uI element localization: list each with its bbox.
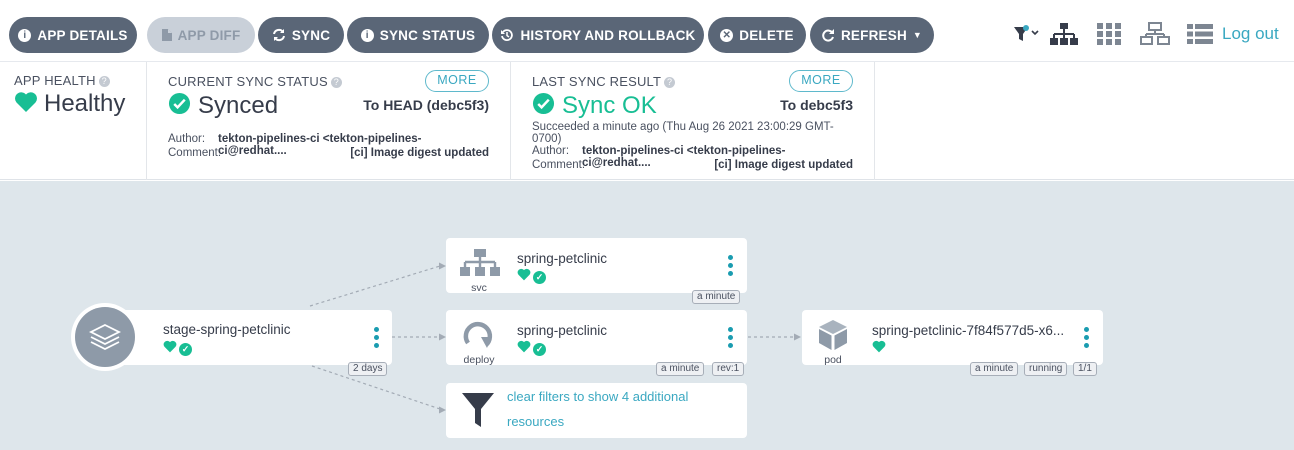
deploy-node-age: a minute [656, 362, 705, 376]
app-details-button[interactable]: i APP DETAILS [9, 17, 137, 53]
sync-icon [272, 28, 286, 42]
heart-icon [163, 340, 177, 358]
clear-filters-link-cont[interactable]: resources [507, 409, 564, 434]
deploy-node-name: spring-petclinic [517, 323, 608, 338]
pod-node-menu-icon[interactable] [1084, 327, 1090, 351]
history-rollback-label: HISTORY AND ROLLBACK [520, 27, 696, 43]
last-sync-comment: [ci] Image digest updated [714, 159, 853, 171]
app-node[interactable]: stage-spring-petclinic ✓ 2 days [108, 310, 392, 376]
service-icon [460, 248, 500, 283]
deploy-node-kind: deploy [463, 354, 495, 366]
info-circle-icon: i [18, 28, 32, 42]
app-node-age: 2 days [348, 362, 388, 376]
check-circle-icon [168, 92, 191, 120]
help-icon[interactable]: ? [664, 77, 676, 88]
last-sync-value: Sync OK [562, 92, 657, 119]
app-diff-label: APP DIFF [177, 27, 241, 43]
help-icon[interactable]: ? [330, 77, 342, 88]
last-sync-label: LAST SYNC RESULT [532, 74, 662, 89]
caret-down-icon: ▼ [912, 30, 923, 40]
divider [146, 62, 147, 180]
comment-label: Comment: [168, 147, 222, 159]
check-circle-icon [532, 92, 555, 120]
refresh-button[interactable]: REFRESH ▼ [810, 17, 934, 53]
cube-icon [818, 319, 848, 356]
deploy-node[interactable]: deploy spring-petclinic ✓ a minute rev:1 [446, 310, 747, 376]
delete-label: DELETE [739, 27, 794, 43]
pods-grid-icon[interactable] [1095, 22, 1123, 46]
pod-node-ready: 1/1 [1073, 362, 1097, 376]
last-sync-target: To debc5f3 [780, 97, 853, 113]
history-icon [500, 28, 514, 42]
info-circle-icon: i [360, 28, 374, 42]
pod-node-age: a minute [970, 362, 1019, 376]
history-rollback-button[interactable]: HISTORY AND ROLLBACK [492, 17, 704, 53]
divider [510, 62, 511, 180]
check-circle-icon: ✓ [533, 342, 546, 356]
app-node-name: stage-spring-petclinic [163, 322, 291, 337]
author-label: Author: [532, 145, 570, 157]
check-circle-icon: ✓ [179, 342, 192, 356]
current-sync-target: To HEAD (debc5f3) [363, 97, 489, 113]
file-icon [161, 29, 172, 41]
heart-icon [517, 340, 531, 358]
current-sync-label: CURRENT SYNC STATUS [168, 74, 328, 89]
pod-node[interactable]: pod spring-petclinic-7f84f577d5-x6... a … [802, 310, 1103, 376]
last-sync-succeeded: Succeeded a minute ago (Thu Aug 26 2021 … [532, 121, 834, 133]
heart-icon [872, 340, 886, 358]
filter-icon[interactable] [1012, 22, 1042, 46]
current-sync-value: Synced [198, 92, 279, 119]
app-health-section: APP HEALTH? Healthy [14, 62, 144, 180]
refresh-label: REFRESH [840, 27, 907, 43]
app-node-menu-icon[interactable] [374, 327, 380, 351]
last-sync-more-button[interactable]: MORE [789, 70, 853, 92]
status-panel: APP HEALTH? Healthy CURRENT SYNC STATUS?… [0, 62, 1294, 180]
deployment-icon [460, 319, 494, 356]
resource-tree-canvas: stage-spring-petclinic ✓ 2 days svc spri… [0, 181, 1294, 450]
pod-node-kind: pod [824, 354, 842, 366]
divider [874, 62, 875, 180]
last-sync-section: LAST SYNC RESULT? MORE Sync OK To debc5f… [532, 62, 854, 180]
svc-node-menu-icon[interactable] [728, 255, 734, 279]
tree-view-icon[interactable] [1048, 22, 1080, 46]
clear-filters-link[interactable]: clear filters to show 4 additional [507, 384, 688, 409]
last-sync-succeeded-cont: 0700) [532, 133, 562, 145]
author-label: Author: [168, 133, 206, 145]
svc-node-age: a minute [692, 290, 741, 304]
current-sync-more-button[interactable]: MORE [425, 70, 489, 92]
svc-node[interactable]: svc spring-petclinic ✓ a minute [446, 238, 747, 304]
funnel-icon [462, 393, 494, 432]
app-health-label: APP HEALTH [14, 73, 96, 88]
comment-label: Comment: [532, 159, 586, 171]
current-sync-comment: [ci] Image digest updated [350, 147, 489, 159]
redo-icon [822, 28, 835, 42]
deploy-node-rev: rev:1 [712, 362, 745, 376]
layers-icon [75, 307, 135, 367]
deploy-node-menu-icon[interactable] [728, 327, 734, 351]
sync-label: SYNC [291, 27, 331, 43]
sync-button[interactable]: SYNC [258, 17, 344, 53]
svc-node-kind: svc [471, 282, 487, 294]
filter-notice-node: clear filters to show 4 additional resou… [446, 383, 747, 438]
pod-node-state: running [1024, 362, 1068, 376]
list-view-icon[interactable] [1186, 22, 1214, 46]
sync-status-button[interactable]: i SYNC STATUS [347, 17, 489, 53]
times-circle-icon: ✕ [720, 28, 734, 42]
svc-node-name: spring-petclinic [517, 251, 608, 266]
heart-icon [14, 91, 38, 118]
app-node-badge [71, 303, 139, 371]
network-view-icon[interactable] [1139, 22, 1171, 46]
delete-button[interactable]: ✕ DELETE [708, 17, 806, 53]
check-circle-icon: ✓ [533, 270, 546, 284]
app-details-label: APP DETAILS [37, 27, 128, 43]
pod-node-name: spring-petclinic-7f84f577d5-x6... [872, 323, 1065, 338]
current-sync-section: CURRENT SYNC STATUS? MORE Synced To HEAD… [168, 62, 490, 180]
app-diff-button[interactable]: APP DIFF [147, 17, 255, 53]
app-health-value: Healthy [44, 90, 126, 117]
heart-icon [517, 268, 531, 286]
toolbar: i APP DETAILS APP DIFF SYNC i SYNC STATU… [0, 0, 1294, 62]
logout-link[interactable]: Log out [1222, 24, 1279, 44]
help-icon[interactable]: ? [98, 76, 110, 87]
sync-status-label: SYNC STATUS [379, 27, 476, 43]
